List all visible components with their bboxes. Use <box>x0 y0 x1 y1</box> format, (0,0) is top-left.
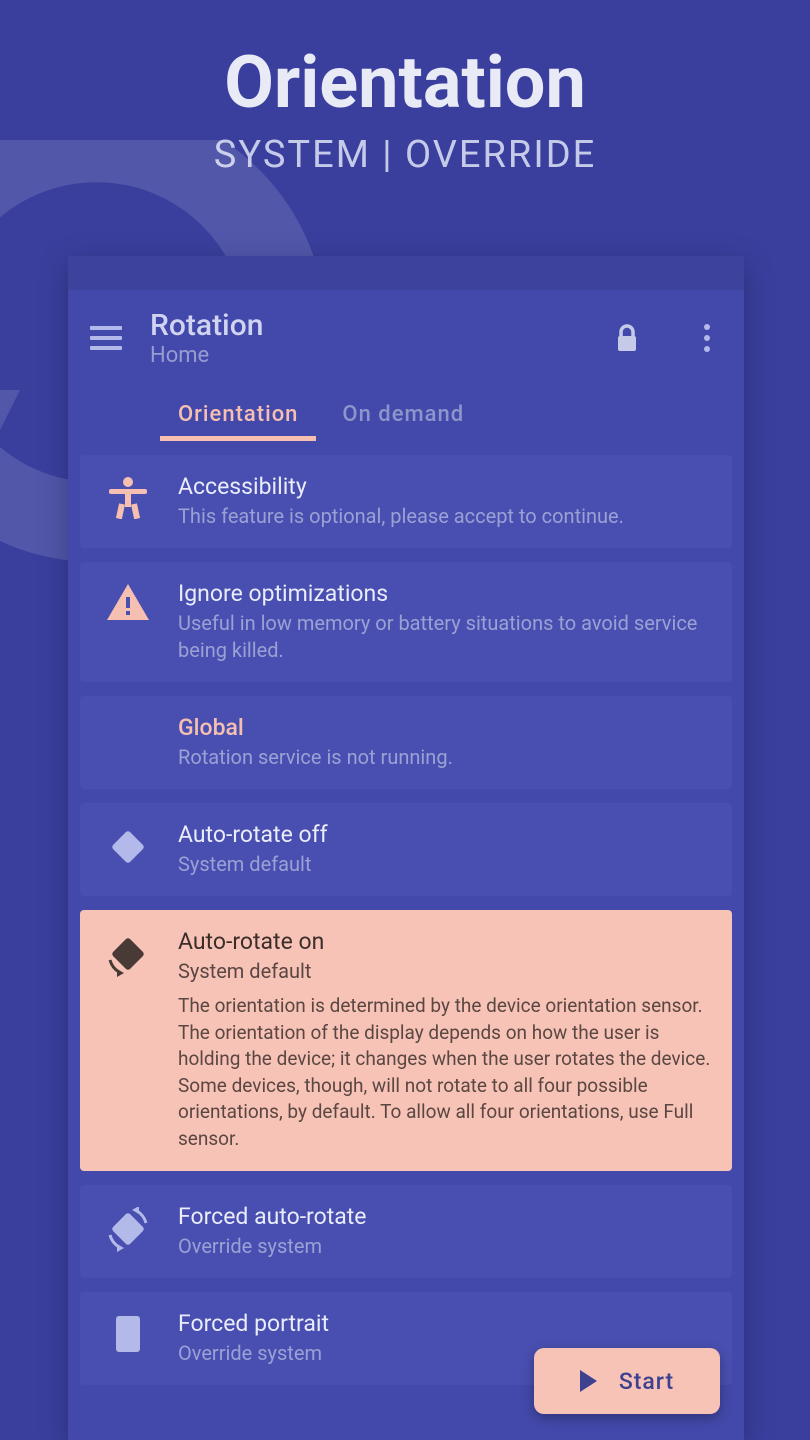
item-title: Forced portrait <box>178 1310 714 1337</box>
item-auto-rotate-on[interactable]: Auto-rotate on System default The orient… <box>80 910 732 1171</box>
item-desc: Override system <box>178 1233 714 1260</box>
hero: Orientation SYSTEM | OVERRIDE <box>0 0 810 177</box>
content: Accessibility This feature is optional, … <box>68 441 744 1399</box>
app-bar: Rotation Home <box>68 290 744 376</box>
status-bar <box>68 256 744 290</box>
item-forced-auto-rotate[interactable]: Forced auto-rotate Override system <box>80 1185 732 1278</box>
empty-icon <box>98 714 158 771</box>
hero-title: Orientation <box>0 40 810 125</box>
lock-icon[interactable] <box>612 323 642 353</box>
item-desc: Useful in low memory or battery situatio… <box>178 610 714 664</box>
app-subtitle: Home <box>150 343 586 368</box>
hero-subtitle: SYSTEM | OVERRIDE <box>0 133 810 177</box>
tab-orientation[interactable]: Orientation <box>178 402 298 441</box>
item-accessibility[interactable]: Accessibility This feature is optional, … <box>80 455 732 548</box>
item-desc: System default <box>178 958 714 985</box>
item-auto-rotate-off[interactable]: Auto-rotate off System default <box>80 803 732 896</box>
fab-label: Start <box>619 1368 674 1395</box>
start-button[interactable]: Start <box>534 1348 720 1414</box>
accessibility-icon <box>98 473 158 530</box>
item-title: Forced auto-rotate <box>178 1203 714 1230</box>
item-title: Ignore optimizations <box>178 580 714 607</box>
item-title: Global <box>178 714 714 741</box>
play-icon <box>580 1370 597 1392</box>
warning-icon <box>98 580 158 664</box>
device-rotate-icon <box>98 928 158 1153</box>
device-force-rotate-icon <box>98 1203 158 1260</box>
item-detail: The orientation is determined by the dev… <box>178 993 714 1153</box>
app-window: Rotation Home Orientation On demand <box>68 256 744 1440</box>
item-desc: This feature is optional, please accept … <box>178 503 714 530</box>
overflow-menu-icon[interactable] <box>692 323 722 353</box>
menu-icon[interactable] <box>90 321 124 355</box>
item-desc: Rotation service is not running. <box>178 744 714 771</box>
item-title: Accessibility <box>178 473 714 500</box>
device-portrait-icon <box>98 1310 158 1367</box>
device-static-icon <box>98 821 158 878</box>
tabs: Orientation On demand <box>68 376 744 441</box>
tab-on-demand[interactable]: On demand <box>342 402 464 441</box>
item-desc: System default <box>178 851 714 878</box>
item-ignore-optimizations[interactable]: Ignore optimizations Useful in low memor… <box>80 562 732 682</box>
item-title: Auto-rotate off <box>178 821 714 848</box>
item-global[interactable]: Global Rotation service is not running. <box>80 696 732 789</box>
item-title: Auto-rotate on <box>178 928 714 955</box>
app-title: Rotation <box>150 308 586 343</box>
app-title-group: Rotation Home <box>150 308 586 368</box>
